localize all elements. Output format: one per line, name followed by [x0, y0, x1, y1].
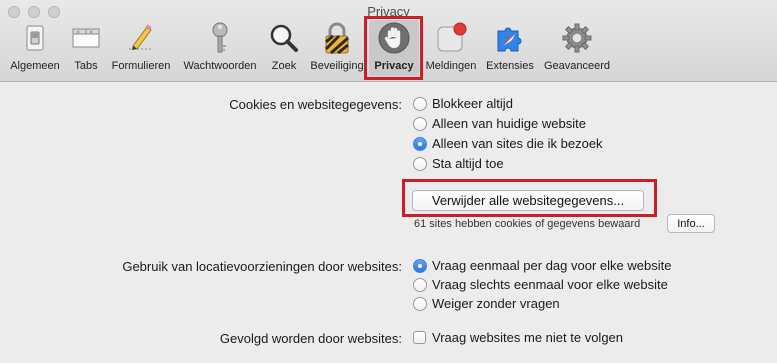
option-label: Vraag eenmaal per dag voor elke website — [432, 258, 672, 273]
cookie-option-always-allow[interactable]: Sta altijd toe — [413, 156, 504, 171]
svg-text:×: × — [89, 30, 93, 36]
tab-tabs-label: Tabs — [74, 60, 98, 72]
pencil-icon — [123, 20, 159, 56]
tab-algemeen[interactable]: Algemeen — [6, 20, 64, 76]
tabs-icon: × × — [68, 20, 104, 56]
notification-icon — [433, 20, 469, 56]
radio-button[interactable] — [413, 277, 427, 292]
key-icon — [202, 20, 238, 56]
tab-privacy[interactable]: Privacy — [369, 20, 419, 76]
tracking-label: Gevolgd worden door websites: — [219, 331, 402, 346]
tab-zoek[interactable]: Zoek — [264, 20, 304, 76]
tab-geavanceerd-label: Geavanceerd — [543, 60, 611, 72]
tab-wachtwoorden[interactable]: Wachtwoorden — [178, 20, 262, 76]
location-option-ask-once[interactable]: Vraag slechts eenmaal voor elke website — [413, 277, 668, 292]
window-title: Privacy — [367, 4, 410, 19]
lock-icon — [319, 20, 355, 56]
tab-beveiliging-label: Beveiliging — [310, 60, 364, 72]
option-label: Alleen van sites die ik bezoek — [432, 136, 603, 151]
cookie-option-block-always[interactable]: Blokkeer altijd — [413, 96, 513, 111]
cookie-option-visited-sites[interactable]: Alleen van sites die ik bezoek — [413, 136, 603, 151]
tab-algemeen-label: Algemeen — [10, 60, 60, 72]
remove-all-website-data-button[interactable]: Verwijder alle websitegegevens... — [412, 190, 644, 211]
option-label: Vraag slechts eenmaal voor elke website — [432, 277, 668, 292]
puzzle-icon — [492, 20, 528, 56]
tab-privacy-label: Privacy — [374, 60, 414, 72]
radio-button-selected[interactable] — [413, 136, 427, 151]
tab-meldingen[interactable]: Meldingen — [423, 20, 479, 76]
location-label: Gebruik van locatievoorzieningen door we… — [122, 259, 402, 274]
option-label: Alleen van huidige website — [432, 116, 586, 131]
location-option-deny[interactable]: Weiger zonder vragen — [413, 296, 560, 311]
gear-icon — [559, 20, 595, 56]
checkbox-label: Vraag websites me niet te volgen — [432, 330, 624, 345]
switch-icon — [17, 20, 53, 56]
location-option-ask-daily[interactable]: Vraag eenmaal per dag voor elke website — [413, 258, 671, 273]
option-label: Weiger zonder vragen — [432, 296, 560, 311]
radio-button-selected[interactable] — [413, 258, 427, 273]
radio-button[interactable] — [413, 156, 427, 171]
toolbar: Privacy Algemeen × × Tabs Formulieren Wa… — [0, 0, 777, 82]
tab-zoek-label: Zoek — [271, 60, 297, 72]
tab-beveiliging[interactable]: Beveiliging — [306, 20, 368, 76]
svg-text:×: × — [76, 30, 80, 36]
tab-extensies-label: Extensies — [486, 60, 534, 72]
tab-meldingen-label: Meldingen — [425, 60, 477, 72]
cookies-label: Cookies en websitegegevens: — [229, 97, 402, 112]
privacy-pane: Cookies en websitegegevens: Blokkeer alt… — [0, 83, 777, 363]
tab-extensies[interactable]: Extensies — [482, 20, 538, 76]
tab-formulieren-label: Formulieren — [111, 60, 171, 72]
tab-tabs[interactable]: × × Tabs — [66, 20, 106, 76]
radio-button[interactable] — [413, 96, 427, 111]
radio-button[interactable] — [413, 296, 427, 311]
cookie-option-current-website[interactable]: Alleen van huidige website — [413, 116, 586, 131]
tab-formulieren[interactable]: Formulieren — [108, 20, 174, 76]
info-button[interactable]: Info... — [667, 214, 715, 233]
do-not-track-option[interactable]: Vraag websites me niet te volgen — [413, 330, 623, 345]
option-label: Blokkeer altijd — [432, 96, 513, 111]
option-label: Sta altijd toe — [432, 156, 504, 171]
tab-geavanceerd[interactable]: Geavanceerd — [540, 20, 614, 76]
do-not-track-checkbox[interactable] — [413, 331, 426, 344]
radio-button[interactable] — [413, 116, 427, 131]
search-icon — [266, 20, 302, 56]
tab-wachtwoorden-label: Wachtwoorden — [183, 60, 257, 72]
hand-icon — [376, 20, 412, 56]
stored-sites-text: 61 sites hebben cookies of gegevens bewa… — [414, 218, 641, 230]
